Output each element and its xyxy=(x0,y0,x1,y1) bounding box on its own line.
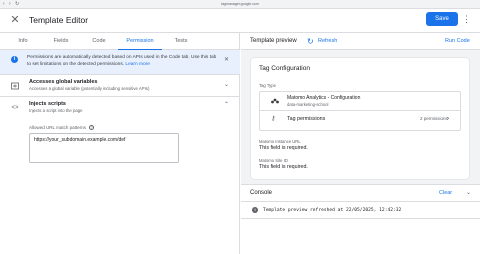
learn-more-link[interactable]: Learn more xyxy=(125,62,150,67)
preview-pane: Template preview ↻ Refresh Run Code Tag … xyxy=(241,33,480,254)
chevron-down-icon[interactable]: ⌄ xyxy=(466,185,471,202)
permission-subtitle: Accesses a global variable (potentially … xyxy=(29,86,150,91)
tab-permission[interactable]: Permission xyxy=(118,33,162,50)
instance-url-label: Matomo Instance URL xyxy=(259,139,301,144)
tag-type-row[interactable]: Matomo Analytics - Configuration data-ma… xyxy=(260,92,460,111)
tab-tests[interactable]: Tests xyxy=(166,33,196,50)
tab-code[interactable]: Code xyxy=(84,33,114,50)
permission-title: Accesses global variables xyxy=(29,79,98,85)
permission-global-variables[interactable]: Accesses global variables Accesses a glo… xyxy=(0,75,240,97)
info-banner: i Permissions are automatically detected… xyxy=(0,50,240,75)
close-icon[interactable]: ✕ xyxy=(9,14,21,26)
globe-icon xyxy=(11,82,19,90)
console-title: Console xyxy=(250,190,273,196)
log-info-icon: i xyxy=(252,207,258,213)
card-title: Tag Configuration xyxy=(259,65,310,72)
tab-bar: Info Fields Code Permission Tests xyxy=(0,33,240,50)
refresh-icon[interactable]: ↻ xyxy=(307,33,314,50)
console-header: Console Clear ⌄ xyxy=(241,185,480,202)
console-log-row: i Template preview refreshed at 22/05/20… xyxy=(241,202,480,219)
tag-type-box: Matomo Analytics - Configuration data-ma… xyxy=(259,91,461,131)
info-icon: i xyxy=(11,56,18,63)
instance-url-value: This field is required. xyxy=(259,145,308,151)
page-title: Template Editor xyxy=(29,15,89,25)
app-header: ✕ Template Editor Save ⋮ xyxy=(0,9,480,33)
chevron-right-icon[interactable]: › xyxy=(447,115,449,123)
chevron-up-icon[interactable]: ⌃ xyxy=(224,102,229,109)
matomo-icon xyxy=(271,98,279,104)
forward-icon[interactable]: › xyxy=(9,2,14,7)
browser-chrome: ‹ › ↻ tagmanager.google.com xyxy=(0,0,480,9)
tag-permissions-label[interactable]: Tag permissions xyxy=(287,115,325,123)
back-icon[interactable]: ‹ xyxy=(3,2,8,7)
code-icon: <> xyxy=(11,105,19,111)
preview-title: Template preview xyxy=(250,38,297,44)
editor-pane: Info Fields Code Permission Tests i Perm… xyxy=(0,33,240,254)
permission-title: Injects scripts xyxy=(29,101,66,107)
refresh-button[interactable]: Refresh xyxy=(318,33,337,50)
tag-type-label: Tag Type xyxy=(259,83,276,88)
save-button[interactable]: Save xyxy=(426,12,458,26)
field-label: Allowed URL match patterns ? xyxy=(29,125,95,131)
reload-icon[interactable]: ↻ xyxy=(15,2,20,7)
tab-fields[interactable]: Fields xyxy=(46,33,76,50)
address-bar[interactable]: tagmanager.google.com xyxy=(200,1,280,7)
tag-type-subtitle: data-marketing-school xyxy=(287,102,329,107)
url-patterns-label: Allowed URL match patterns xyxy=(29,125,86,130)
permission-subtitle: Injects a script into the page xyxy=(29,108,83,113)
tag-permissions-count: 2 permissions xyxy=(420,116,448,121)
console-panel: Console Clear ⌄ i Template preview refre… xyxy=(241,184,480,254)
tab-info[interactable]: Info xyxy=(8,33,38,50)
site-id-value: This field is required. xyxy=(259,164,308,170)
more-vert-icon[interactable]: ⋮ xyxy=(462,13,471,25)
run-code-button[interactable]: Run Code xyxy=(445,33,470,50)
preview-header: Template preview ↻ Refresh Run Code xyxy=(241,33,480,50)
tag-configuration-card: Tag Configuration Tag Type Matomo Analyt… xyxy=(251,58,469,179)
key-icon: ⚷ xyxy=(271,116,276,122)
url-patterns-textarea[interactable]: https://your_subdomain.example.com/def xyxy=(29,133,179,163)
tag-type-name: Matomo Analytics - Configuration xyxy=(287,95,361,101)
info-message: Permissions are automatically detected b… xyxy=(27,55,217,67)
clear-button[interactable]: Clear xyxy=(439,185,452,202)
info-text: Permissions are automatically detected b… xyxy=(27,55,217,68)
help-icon[interactable]: ? xyxy=(89,125,95,131)
close-icon[interactable]: ✕ xyxy=(224,57,229,64)
console-log-text: Template preview refreshed at 22/05/2025… xyxy=(263,208,402,213)
browser-window: ‹ › ↻ tagmanager.google.com ✕ Template E… xyxy=(0,0,480,254)
chevron-down-icon[interactable]: ⌄ xyxy=(224,82,229,89)
site-id-label: Matomo Site ID xyxy=(259,158,288,163)
